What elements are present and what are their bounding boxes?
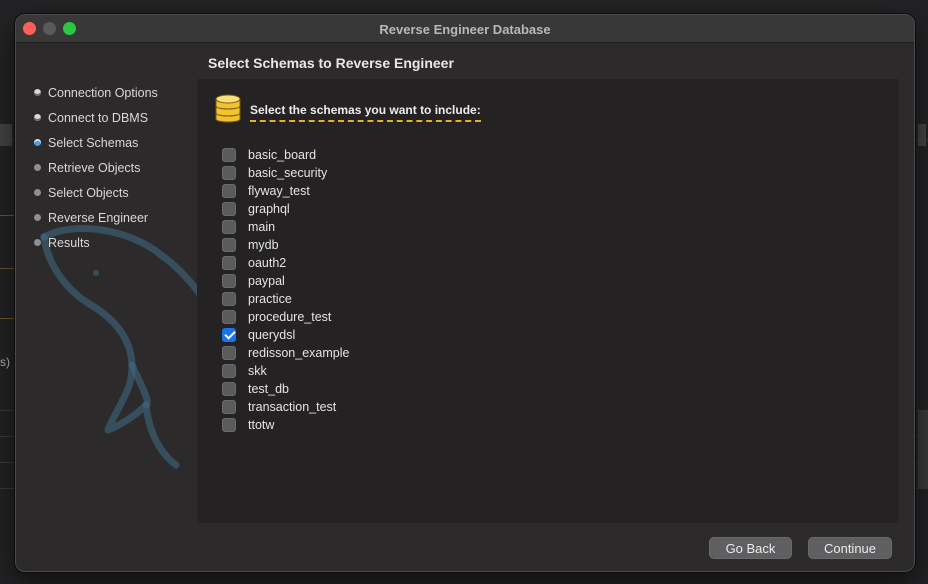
schema-label: skk — [248, 364, 267, 378]
schema-checkbox[interactable] — [222, 382, 236, 396]
step-results: Results — [34, 230, 158, 255]
step-label: Reverse Engineer — [48, 210, 149, 225]
background-field — [918, 410, 928, 488]
schema-row-mydb[interactable]: mydb — [222, 236, 349, 254]
schema-list: basic_board basic_security flyway_test g… — [222, 146, 349, 434]
schema-checkbox[interactable] — [222, 166, 236, 180]
schema-label: flyway_test — [248, 184, 310, 198]
step-retrieve-objects: Retrieve Objects — [34, 155, 158, 180]
schema-label: querydsl — [248, 328, 296, 342]
schema-label: main — [248, 220, 276, 234]
window-title: Reverse Engineer Database — [379, 22, 551, 37]
schema-checkbox[interactable] — [222, 220, 236, 234]
schema-selection-panel: Select the schemas you want to include: … — [197, 79, 899, 523]
schema-checkbox-checked[interactable] — [222, 328, 236, 342]
schema-label: mydb — [248, 238, 279, 252]
step-pending-bullet-icon — [34, 189, 41, 196]
schema-checkbox[interactable] — [222, 184, 236, 198]
background-divider — [0, 215, 15, 216]
schema-row-oauth2[interactable]: oauth2 — [222, 254, 349, 272]
schema-label: redisson_example — [248, 346, 350, 360]
schema-row-redisson-example[interactable]: redisson_example — [222, 344, 349, 362]
step-current-bullet-icon — [34, 139, 41, 146]
wizard-steps: Connection Options Connect to DBMS Selec… — [34, 80, 158, 255]
background-field — [918, 124, 926, 146]
step-pending-bullet-icon — [34, 164, 41, 171]
background-field — [0, 124, 12, 146]
step-label: Connection Options — [48, 85, 158, 100]
schema-row-test-db[interactable]: test_db — [222, 380, 349, 398]
schema-checkbox[interactable] — [222, 148, 236, 162]
schema-checkbox[interactable] — [222, 400, 236, 414]
schema-row-basic-board[interactable]: basic_board — [222, 146, 349, 164]
schema-prompt: Select the schemas you want to include: — [250, 103, 481, 122]
step-label: Retrieve Objects — [48, 160, 141, 175]
reverse-engineer-window: Reverse Engineer Database Connection Opt… — [15, 14, 915, 572]
schema-checkbox[interactable] — [222, 418, 236, 432]
page-title: Select Schemas to Reverse Engineer — [208, 55, 454, 71]
schema-label: procedure_test — [248, 310, 332, 324]
schema-checkbox[interactable] — [222, 310, 236, 324]
schema-row-skk[interactable]: skk — [222, 362, 349, 380]
schema-checkbox[interactable] — [222, 346, 236, 360]
step-connection-options: Connection Options — [34, 80, 158, 105]
step-done-bullet-icon — [34, 114, 41, 121]
schema-checkbox[interactable] — [222, 238, 236, 252]
step-done-bullet-icon — [34, 89, 41, 96]
step-connect-to-dbms: Connect to DBMS — [34, 105, 158, 130]
title-bar[interactable]: Reverse Engineer Database — [16, 15, 914, 43]
go-back-button[interactable]: Go Back — [709, 537, 792, 559]
schema-row-practice[interactable]: practice — [222, 290, 349, 308]
schema-row-procedure-test[interactable]: procedure_test — [222, 308, 349, 326]
schema-row-ttotw[interactable]: ttotw — [222, 416, 349, 434]
schema-label: transaction_test — [248, 400, 337, 414]
schema-row-querydsl[interactable]: querydsl — [222, 326, 349, 344]
step-select-schemas: Select Schemas — [34, 130, 158, 155]
schema-row-graphql[interactable]: graphql — [222, 200, 349, 218]
schema-checkbox[interactable] — [222, 364, 236, 378]
background-divider — [0, 318, 15, 319]
schema-checkbox[interactable] — [222, 274, 236, 288]
schema-label: test_db — [248, 382, 290, 396]
schema-label: basic_security — [248, 166, 328, 180]
step-pending-bullet-icon — [34, 214, 41, 221]
schema-row-basic-security[interactable]: basic_security — [222, 164, 349, 182]
continue-button[interactable]: Continue — [808, 537, 892, 559]
step-label: Select Objects — [48, 185, 129, 200]
schema-checkbox[interactable] — [222, 202, 236, 216]
step-pending-bullet-icon — [34, 239, 41, 246]
schema-row-transaction-test[interactable]: transaction_test — [222, 398, 349, 416]
schema-row-paypal[interactable]: paypal — [222, 272, 349, 290]
schema-label: basic_board — [248, 148, 317, 162]
database-icon — [215, 94, 241, 123]
schema-label: graphql — [248, 202, 290, 216]
step-select-objects: Select Objects — [34, 180, 158, 205]
schema-label: paypal — [248, 274, 285, 288]
step-label: Select Schemas — [48, 135, 139, 150]
schema-label: ttotw — [248, 418, 275, 432]
schema-checkbox[interactable] — [222, 256, 236, 270]
schema-checkbox[interactable] — [222, 292, 236, 306]
schema-row-flyway-test[interactable]: flyway_test — [222, 182, 349, 200]
schema-label: practice — [248, 292, 292, 306]
step-label: Connect to DBMS — [48, 110, 149, 125]
background-divider — [0, 268, 15, 269]
step-label: Results — [48, 235, 90, 250]
schema-label: oauth2 — [248, 256, 287, 270]
step-reverse-engineer: Reverse Engineer — [34, 205, 158, 230]
background-partial-text: s) — [0, 355, 10, 369]
schema-row-main[interactable]: main — [222, 218, 349, 236]
